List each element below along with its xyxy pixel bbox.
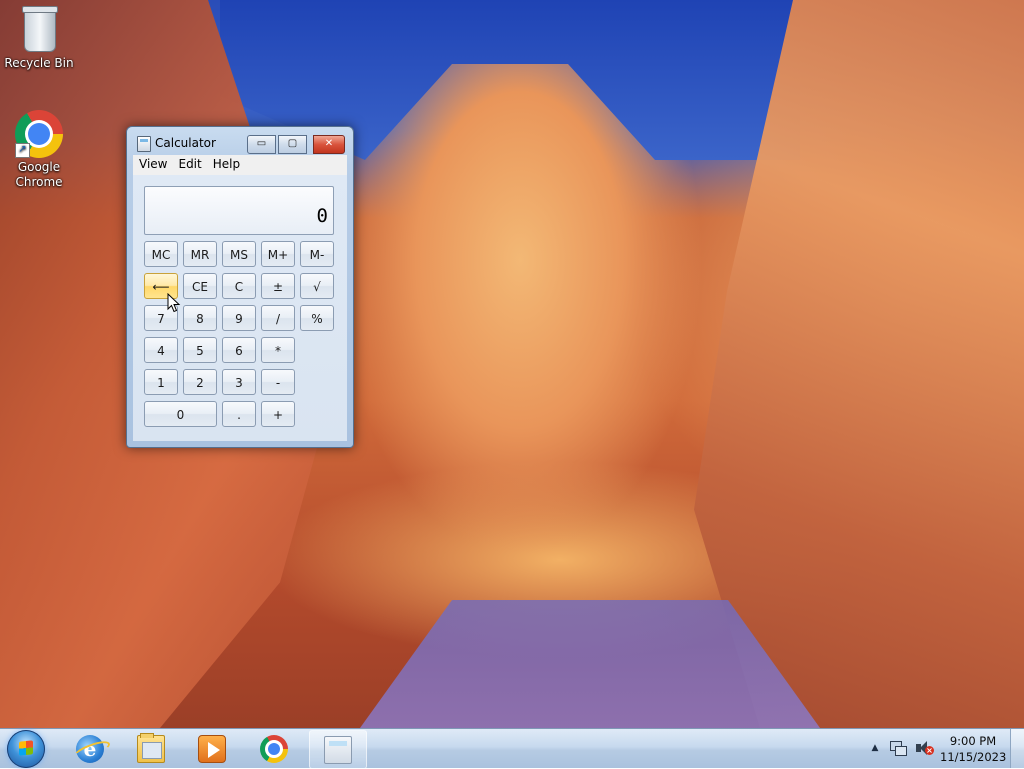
key-subtract[interactable]: -	[261, 369, 295, 395]
key-percent[interactable]: %	[300, 305, 334, 331]
key-divide[interactable]: /	[261, 305, 295, 331]
internet-explorer-icon: e	[76, 735, 104, 763]
clock-time: 9:00 PM	[949, 734, 997, 748]
key-multiply[interactable]: *	[261, 337, 295, 363]
desktop-icon-label: Google Chrome	[15, 160, 63, 189]
key-4[interactable]: 4	[144, 337, 178, 363]
desktop-icon-label: Recycle Bin	[4, 56, 74, 70]
close-button[interactable]: ✕	[313, 135, 345, 154]
menu-view[interactable]: View	[133, 155, 172, 171]
key-3[interactable]: 3	[222, 369, 256, 395]
calculator-display: 0	[144, 186, 334, 235]
maximize-button[interactable]: ▢	[278, 135, 307, 154]
menu-help[interactable]: Help	[207, 155, 245, 171]
taskbar-windows-explorer[interactable]	[123, 730, 179, 767]
mute-badge: ×	[925, 746, 934, 755]
taskbar-chrome[interactable]	[246, 730, 302, 767]
key-6[interactable]: 6	[222, 337, 256, 363]
system-clock[interactable]: 9:00 PM 11/15/2023	[940, 733, 1006, 765]
key-add[interactable]: +	[261, 401, 295, 427]
key-sqrt[interactable]: √	[300, 273, 334, 299]
shortcut-arrow-icon: ↗	[15, 143, 30, 158]
start-button[interactable]	[7, 730, 45, 768]
clock-date: 11/15/2023	[940, 750, 1007, 764]
desktop-icon-chrome[interactable]: ↗ Google Chrome	[1, 110, 77, 190]
chrome-icon: ↗	[15, 110, 63, 158]
minimize-button[interactable]: ▭	[247, 135, 276, 154]
calculator-window[interactable]: Calculator ▭ ▢ ✕ View Edit Help 0 MC MR MS…	[126, 126, 354, 448]
volume-muted-icon[interactable]: ×	[914, 740, 934, 756]
folder-icon	[137, 733, 165, 763]
network-icon[interactable]	[889, 740, 907, 756]
recycle-bin-icon	[15, 6, 63, 54]
window-title: Calculator	[155, 136, 216, 150]
key-ce[interactable]: CE	[183, 273, 217, 299]
key-5[interactable]: 5	[183, 337, 217, 363]
key-mc[interactable]: MC	[144, 241, 178, 267]
key-9[interactable]: 9	[222, 305, 256, 331]
key-ms[interactable]: MS	[222, 241, 256, 267]
calculator-app-icon[interactable]	[137, 136, 151, 152]
display-value: 0	[316, 205, 328, 227]
media-player-icon	[198, 735, 226, 763]
calculator-icon	[324, 736, 352, 764]
key-decimal[interactable]: .	[222, 401, 256, 427]
key-2[interactable]: 2	[183, 369, 217, 395]
calculator-body: 0 MC MR MS M+ M- ⟵ CE C ± √ 7 8 9 / % 4 …	[133, 175, 347, 441]
key-8[interactable]: 8	[183, 305, 217, 331]
taskbar-calculator[interactable]	[309, 730, 367, 769]
key-0[interactable]: 0	[144, 401, 217, 427]
menu-bar: View Edit Help	[133, 155, 347, 176]
key-mr[interactable]: MR	[183, 241, 217, 267]
key-1[interactable]: 1	[144, 369, 178, 395]
key-m-plus[interactable]: M+	[261, 241, 295, 267]
windows-logo-icon	[19, 740, 33, 756]
show-hidden-icons-button[interactable]: ▲	[868, 741, 882, 755]
taskbar-internet-explorer[interactable]: e	[62, 730, 118, 767]
key-c[interactable]: C	[222, 273, 256, 299]
taskbar-media-player[interactable]	[184, 730, 240, 767]
key-m-minus[interactable]: M-	[300, 241, 334, 267]
chrome-icon	[260, 735, 288, 763]
key-plus-minus[interactable]: ±	[261, 273, 295, 299]
show-desktop-button[interactable]	[1010, 729, 1024, 768]
menu-edit[interactable]: Edit	[172, 155, 206, 171]
desktop-icon-recycle-bin[interactable]: Recycle Bin	[1, 6, 77, 71]
taskbar: e ▲ × 9:00 PM 11/15/2023	[0, 728, 1024, 769]
